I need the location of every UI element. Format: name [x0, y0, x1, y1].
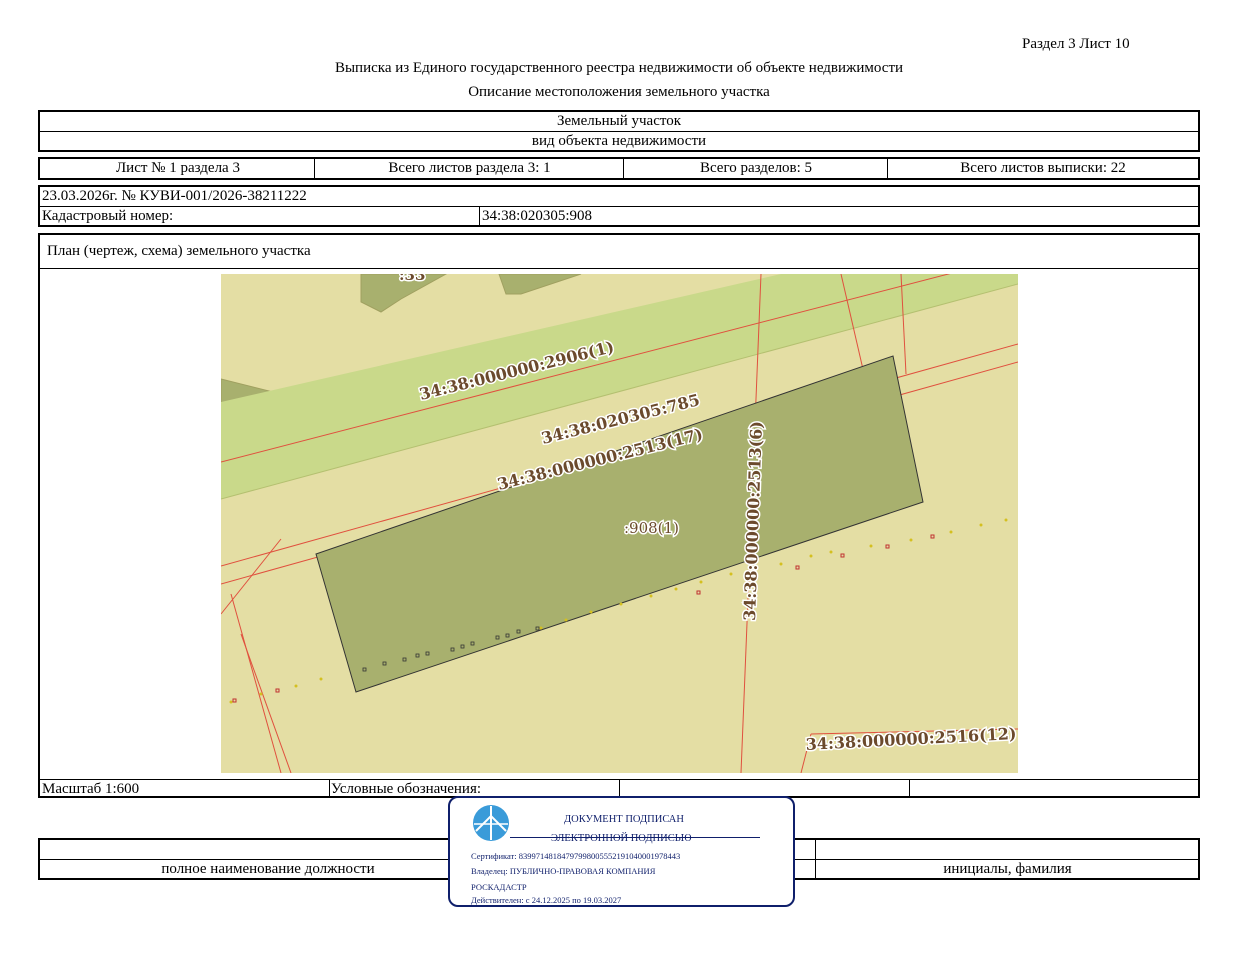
rosreestr-logo-icon — [473, 805, 509, 841]
total-sheets-section: Всего листов раздела 3: 1 — [314, 159, 624, 178]
cadastral-value: 34:38:020305:908 — [479, 207, 879, 225]
position-caption: полное наименование должности — [161, 861, 375, 877]
map-svg: :33 34:38:000000:2906(1) 34:38:020305:78… — [221, 274, 1018, 773]
divider — [909, 780, 910, 797]
label-main-parcel: :908(1) — [624, 519, 679, 537]
date-number: 23.03.2026г. № КУВИ-001/2026-38211222 — [40, 187, 1198, 207]
stamp-line2: ЭЛЕКТРОННОЙ ПОДПИСЬЮ — [551, 833, 692, 844]
total-sheets: Всего листов выписки: 22 — [887, 159, 1198, 178]
stamp-line1: ДОКУМЕНТ ПОДПИСАН — [564, 814, 684, 825]
electronic-signature-stamp: ДОКУМЕНТ ПОДПИСАН ЭЛЕКТРОННОЙ ПОДПИСЬЮ С… — [448, 796, 795, 907]
plan-title: План (чертеж, схема) земельного участка — [40, 235, 1198, 269]
cadastral-map: :33 34:38:000000:2906(1) 34:38:020305:78… — [221, 274, 1018, 773]
stamp-certificate: Сертификат: 8399714818479799800555219104… — [471, 851, 681, 861]
divider — [815, 840, 816, 878]
stamp-owner-org: РОСКАДАСТР — [471, 882, 527, 892]
document-subtitle: Описание местоположения земельного участ… — [468, 84, 770, 100]
section-sheet-number: Раздел 3 Лист 10 — [1022, 36, 1130, 52]
stamp-owner: Владелец: ПУБЛИЧНО-ПРАВОВАЯ КОМПАНИЯ — [471, 866, 656, 876]
sheets-info-row: Лист № 1 раздела 3 Всего листов раздела … — [38, 157, 1200, 180]
document-info-box: 23.03.2026г. № КУВИ-001/2026-38211222 Ка… — [38, 185, 1200, 227]
total-sections: Всего разделов: 5 — [623, 159, 888, 178]
cadastral-label: Кадастровый номер: — [42, 208, 174, 224]
stamp-validity: Действителен: с 24.12.2025 по 19.03.2027 — [471, 895, 622, 905]
object-type: Земельный участок — [40, 112, 1198, 132]
divider — [619, 780, 620, 797]
document-title: Выписка из Единого государственного реес… — [334, 60, 904, 76]
sheet-number: Лист № 1 раздела 3 — [116, 160, 240, 176]
signature-caption: инициалы, фамилия — [943, 861, 1072, 877]
divider — [329, 780, 330, 797]
label-parcel-33: :33 — [399, 274, 425, 284]
object-type-caption: вид объекта недвижимости — [531, 133, 707, 149]
scale-label: Масштаб 1:600 — [42, 781, 140, 797]
object-type-box: Земельный участок вид объекта недвижимос… — [38, 110, 1200, 152]
